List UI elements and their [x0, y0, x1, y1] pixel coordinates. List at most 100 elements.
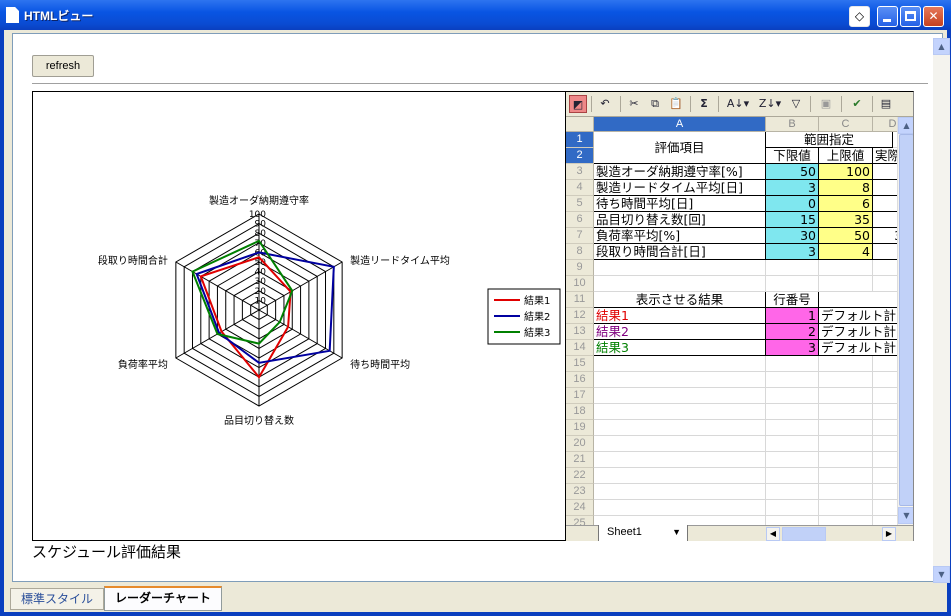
row-header[interactable]: 3 — [566, 164, 594, 180]
upper-limit-cell[interactable]: 50 — [819, 228, 873, 244]
result-label-cell[interactable]: 結果2 — [594, 324, 766, 340]
row-header[interactable]: 9 — [566, 260, 594, 276]
sheet-cell[interactable] — [766, 404, 819, 420]
row-header[interactable]: 11 — [566, 292, 594, 308]
page-scroll-down-arrow[interactable]: ▼ — [933, 566, 950, 583]
column-header[interactable]: A — [594, 117, 766, 132]
sheet-cell[interactable] — [819, 276, 873, 292]
sheet-cell[interactable] — [819, 420, 873, 436]
sheet-cell[interactable] — [594, 500, 766, 516]
scroll-up-arrow[interactable]: ▲ — [898, 117, 913, 134]
row-header[interactable]: 16 — [566, 372, 594, 388]
title-bar[interactable]: HTMLビュー ◇ ✕ — [0, 0, 951, 30]
sheet-cell[interactable] — [594, 468, 766, 484]
close-button[interactable]: ✕ — [923, 6, 944, 27]
result-row-cell[interactable]: 1 — [766, 308, 819, 324]
page-scroll-up-arrow[interactable]: ▲ — [933, 38, 950, 55]
sheet-cell[interactable] — [594, 260, 766, 276]
upper-limit-cell[interactable]: 8 — [819, 180, 873, 196]
sheet-cell[interactable] — [766, 260, 819, 276]
sheet-cell[interactable] — [819, 516, 873, 525]
upper-header-cell[interactable]: 上限値 — [819, 148, 873, 164]
office-icon[interactable]: ◩ — [569, 95, 587, 113]
export-icon[interactable]: ▤ — [877, 95, 895, 113]
result-label-cell[interactable]: 結果3 — [594, 340, 766, 356]
item-label-cell[interactable]: 段取り時間合計[日] — [594, 244, 766, 260]
row-header[interactable]: 15 — [566, 356, 594, 372]
horizontal-scroll-thumb[interactable] — [782, 527, 826, 541]
upper-limit-cell[interactable]: 35 — [819, 212, 873, 228]
sheet-cell[interactable] — [766, 484, 819, 500]
sheet-cell[interactable] — [766, 436, 819, 452]
sort-ascending-icon[interactable]: A↓▾ — [723, 95, 753, 113]
sheet-cell[interactable] — [766, 452, 819, 468]
spreadsheet[interactable]: ◩ ↶ ✂ ⧉ 📋 Σ A↓▾ Z↓▾ ▽ ▣ ✔ ▤ A B C D 1 2 … — [566, 91, 914, 541]
lower-header-cell[interactable]: 下限値 — [766, 148, 819, 164]
column-header[interactable]: C — [819, 117, 873, 132]
cell-grid[interactable]: A B C D 1 2 3 4 5 6 7 8 9 10 11 12 13 14 15 16 17 18 19 20 21 22 2… — [566, 117, 913, 525]
sheet-cell[interactable] — [766, 420, 819, 436]
row-header[interactable]: 24 — [566, 500, 594, 516]
protect-icon[interactable]: ▣ — [817, 95, 835, 113]
sheet-tab[interactable]: Sheet1 ▼ — [598, 525, 688, 541]
sheet-cell[interactable] — [594, 372, 766, 388]
tab-radar-chart[interactable]: レーダーチャート — [104, 586, 222, 611]
row-header[interactable]: 22 — [566, 468, 594, 484]
result-row-cell[interactable]: 2 — [766, 324, 819, 340]
sheet-cell[interactable] — [766, 356, 819, 372]
sheet-cell[interactable] — [819, 404, 873, 420]
lower-limit-cell[interactable]: 50 — [766, 164, 819, 180]
row-header[interactable]: 4 — [566, 180, 594, 196]
sheet-cell[interactable] — [766, 372, 819, 388]
sort-descending-icon[interactable]: Z↓▾ — [755, 95, 785, 113]
row-header[interactable]: 25 — [566, 516, 594, 525]
sheet-cell[interactable] — [594, 452, 766, 468]
sheet-cell[interactable] — [594, 388, 766, 404]
row-header[interactable]: 14 — [566, 340, 594, 356]
dropdown-arrow-icon[interactable]: ▼ — [672, 525, 681, 540]
lower-limit-cell[interactable]: 30 — [766, 228, 819, 244]
sheet-cell[interactable] — [819, 484, 873, 500]
row-header[interactable]: 19 — [566, 420, 594, 436]
sheet-cell[interactable] — [819, 436, 873, 452]
spreadsheet-vertical-scrollbar[interactable]: ▲ ▼ — [897, 117, 913, 525]
item-label-cell[interactable]: 品目切り替え数[回] — [594, 212, 766, 228]
row-header[interactable]: 10 — [566, 276, 594, 292]
select-all-corner[interactable] — [566, 117, 594, 132]
sheet-cell[interactable] — [819, 500, 873, 516]
maximize-button[interactable] — [900, 6, 921, 27]
tab-standard-style[interactable]: 標準スタイル — [10, 588, 105, 610]
row-header[interactable]: 17 — [566, 388, 594, 404]
upper-limit-cell[interactable]: 100 — [819, 164, 873, 180]
item-label-cell[interactable]: 待ち時間平均[日] — [594, 196, 766, 212]
sheet-cell[interactable] — [594, 516, 766, 525]
sheet-cell[interactable] — [819, 468, 873, 484]
diamond-icon[interactable]: ◇ — [849, 6, 870, 27]
sheet-cell[interactable] — [819, 356, 873, 372]
sheet-cell[interactable] — [594, 420, 766, 436]
rowno-header-cell[interactable]: 行番号 — [766, 292, 819, 308]
row-header[interactable]: 6 — [566, 212, 594, 228]
sheet-cell[interactable] — [819, 260, 873, 276]
row-header[interactable]: 1 — [566, 132, 594, 148]
refresh-button[interactable]: refresh — [32, 55, 94, 77]
row-header[interactable]: 23 — [566, 484, 594, 500]
sheet-cell[interactable] — [766, 388, 819, 404]
sheet-cell[interactable] — [766, 468, 819, 484]
row-header[interactable]: 13 — [566, 324, 594, 340]
result-label-cell[interactable]: 結果1 — [594, 308, 766, 324]
minimize-button[interactable] — [877, 6, 898, 27]
scroll-right-arrow[interactable]: ▶ — [882, 527, 896, 541]
lower-limit-cell[interactable]: 3 — [766, 244, 819, 260]
page-vertical-scrollbar[interactable]: ▲ ▼ — [933, 38, 950, 583]
sheet-cell[interactable] — [594, 484, 766, 500]
paste-icon[interactable]: 📋 — [667, 95, 685, 113]
item-label-cell[interactable]: 負荷率平均[%] — [594, 228, 766, 244]
scroll-down-arrow[interactable]: ▼ — [898, 507, 913, 524]
row-header[interactable]: 5 — [566, 196, 594, 212]
range-header-cell[interactable]: 範囲指定 — [766, 132, 893, 148]
result-row-cell[interactable]: 3 — [766, 340, 819, 356]
sheet-cell[interactable] — [766, 516, 819, 525]
row-header[interactable]: 20 — [566, 436, 594, 452]
sheet-cell[interactable] — [819, 388, 873, 404]
